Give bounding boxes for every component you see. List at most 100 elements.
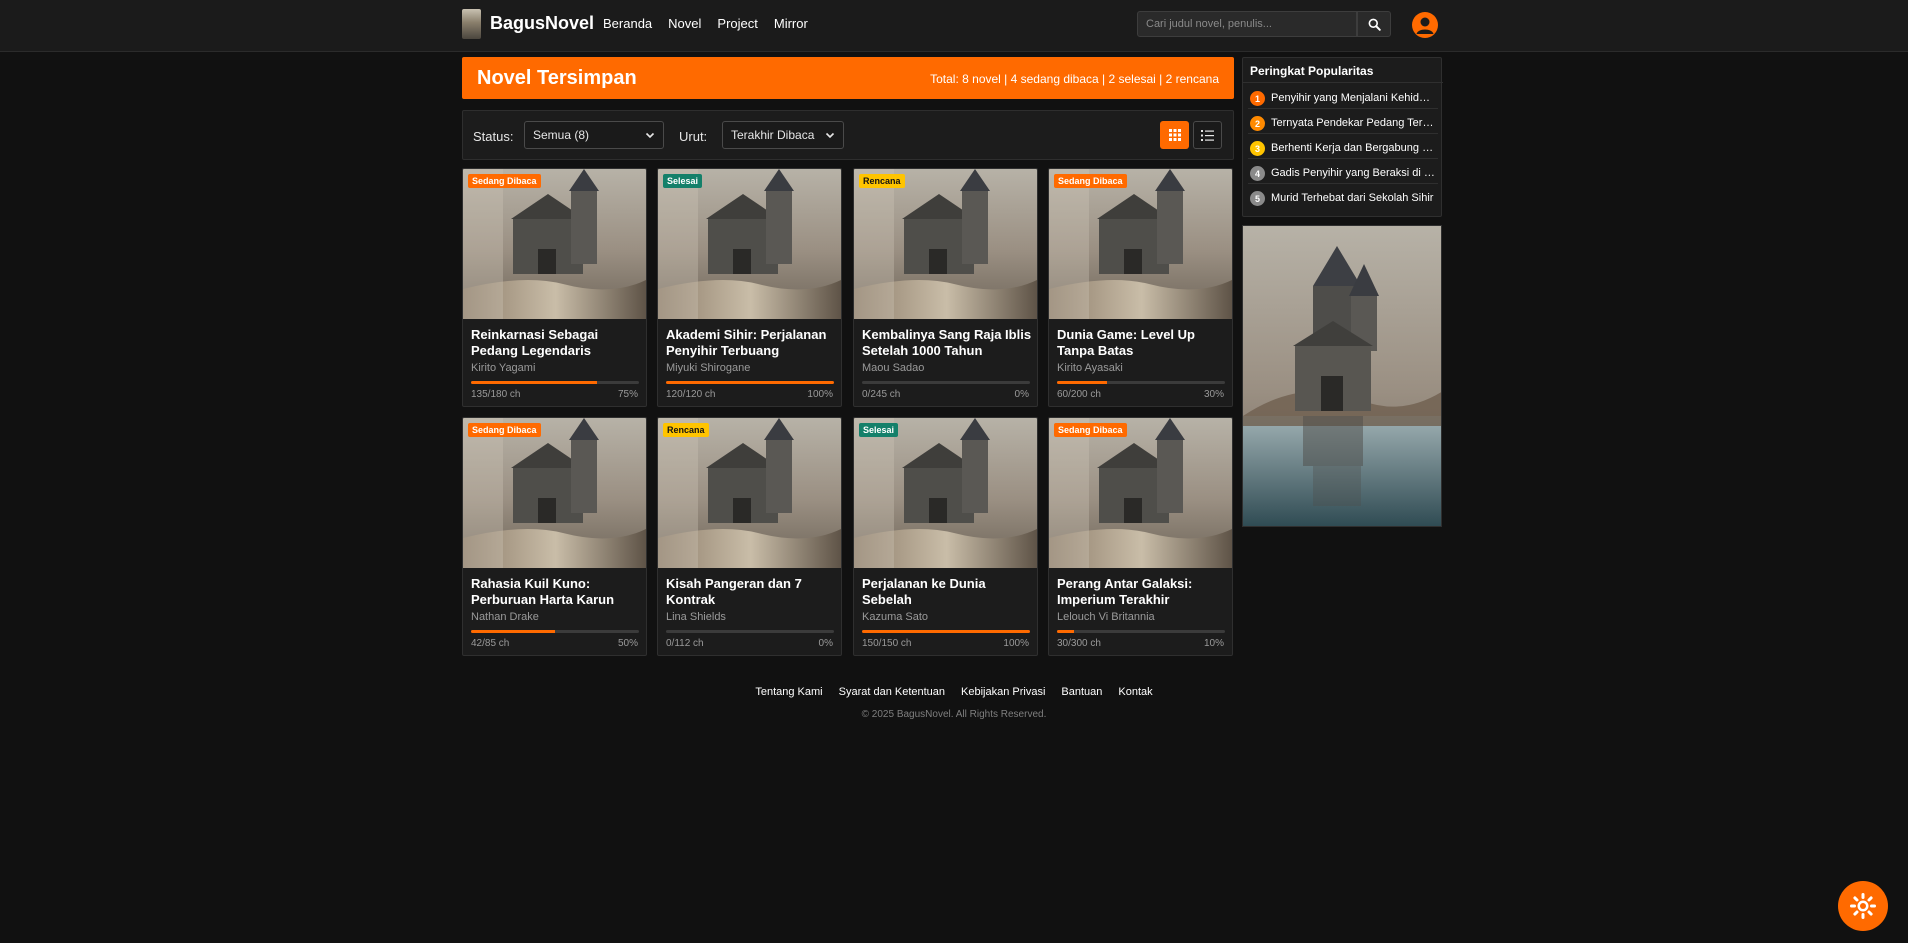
rank-badge: 4 <box>1250 166 1265 181</box>
status-filter-select[interactable]: Semua (8) <box>524 121 664 149</box>
search-button[interactable] <box>1357 11 1391 37</box>
novel-author: Lelouch Vi Britannia <box>1057 611 1155 623</box>
chapter-count: 30/300 ch <box>1057 638 1101 649</box>
reading-progress-fill <box>1057 630 1074 633</box>
novel-card[interactable]: Selesai Perjalanan ke Dunia Sebelah Kazuma… <box>853 417 1038 656</box>
novel-title[interactable]: Reinkarnasi Sebagai Pedang Legendaris <box>471 327 643 359</box>
sort-value: Terakhir Dibaca <box>731 128 815 142</box>
novel-title[interactable]: Rahasia Kuil Kuno: Perburuan Harta Karun <box>471 576 643 608</box>
popularity-ranking-panel: Peringkat Popularitas 1 Penyihir yang Men… <box>1242 57 1443 217</box>
popular-item[interactable]: 1 Penyihir yang Menjalani Kehidupan Kedua <box>1248 87 1438 109</box>
footer-link-terms[interactable]: Syarat dan Ketentuan <box>839 686 945 698</box>
reading-progress-bar <box>471 381 639 384</box>
status-badge: Sedang Dibaca <box>1054 423 1127 437</box>
footer-link-privacy[interactable]: Kebijakan Privasi <box>961 686 1045 698</box>
top-navbar: BagusNovel Beranda Novel Project Mirror <box>0 0 1908 52</box>
progress-percent: 30% <box>1203 389 1224 400</box>
status-badge: Selesai <box>859 423 899 437</box>
novel-title[interactable]: Kisah Pangeran dan 7 Kontrak <box>666 576 838 608</box>
status-badge: Selesai <box>663 174 703 188</box>
filter-bar: Status: Semua (8) Urut: Terakhir Dibaca <box>462 110 1234 160</box>
novel-author: Kirito Yagami <box>471 362 536 374</box>
sidebar-banner-image[interactable] <box>1242 225 1442 527</box>
novel-author: Nathan Drake <box>471 611 539 623</box>
theme-toggle-button[interactable] <box>1838 881 1888 931</box>
popularity-title: Peringkat Popularitas <box>1250 64 1374 78</box>
nav-item-mirror[interactable]: Mirror <box>774 16 808 31</box>
status-badge: Sedang Dibaca <box>468 423 541 437</box>
novel-author: Miyuki Shirogane <box>666 362 751 374</box>
brand-logo-image[interactable] <box>462 9 481 39</box>
grid-icon <box>1168 129 1181 141</box>
reading-progress-bar <box>862 630 1030 633</box>
search-icon <box>1368 18 1381 31</box>
sun-icon <box>1850 893 1876 919</box>
saved-novels-header: Novel Tersimpan Total: 8 novel | 4 sedan… <box>462 57 1234 99</box>
copyright-text: © 2025 BagusNovel. All Rights Reserved. <box>861 709 1047 720</box>
status-badge: Rencana <box>859 174 905 188</box>
novel-card[interactable]: Rencana Kembalinya Sang Raja Iblis Setela… <box>853 168 1038 407</box>
footer-link-about[interactable]: Tentang Kami <box>755 686 822 698</box>
divider <box>1243 82 1443 83</box>
page-title: Novel Tersimpan <box>477 67 637 89</box>
sort-select[interactable]: Terakhir Dibaca <box>722 121 844 149</box>
novel-card[interactable]: Sedang Dibaca Reinkarnasi Sebagai Pedang … <box>462 168 647 407</box>
novel-author: Kirito Ayasaki <box>1057 362 1123 374</box>
nav-item-project[interactable]: Project <box>717 16 757 31</box>
novel-title[interactable]: Akademi Sihir: Perjalanan Penyihir Terbu… <box>666 327 838 359</box>
footer-link-help[interactable]: Bantuan <box>1061 686 1102 698</box>
rank-badge: 2 <box>1250 116 1265 131</box>
chapter-count: 42/85 ch <box>471 638 510 649</box>
progress-percent: 100% <box>1003 638 1029 649</box>
rank-badge: 5 <box>1250 191 1265 206</box>
status-filter-value: Semua (8) <box>533 128 590 142</box>
popular-item[interactable]: 3 Berhenti Kerja dan Bergabung dengan Gui… <box>1248 137 1438 159</box>
list-view-button[interactable] <box>1193 121 1222 149</box>
progress-percent: 0% <box>1014 389 1029 400</box>
novel-title[interactable]: Kembalinya Sang Raja Iblis Setelah 1000 … <box>862 327 1034 359</box>
reading-progress-bar <box>862 381 1030 384</box>
user-account-icon[interactable] <box>1412 12 1438 38</box>
rank-badge: 1 <box>1250 91 1265 106</box>
footer-links: Tentang Kami Syarat dan Ketentuan Kebija… <box>0 686 1908 698</box>
chevron-down-icon <box>645 132 655 139</box>
popular-item-title: Murid Terhebat dari Sekolah Sihir <box>1271 192 1434 204</box>
novel-card[interactable]: Selesai Akademi Sihir: Perjalanan Penyihi… <box>657 168 842 407</box>
reading-progress-fill <box>1057 381 1108 384</box>
progress-percent: 75% <box>617 389 638 400</box>
main-nav: Beranda Novel Project Mirror <box>603 16 808 31</box>
reading-progress-bar <box>471 630 639 633</box>
chapter-count: 120/120 ch <box>666 389 716 400</box>
reading-progress-bar <box>1057 630 1225 633</box>
reading-progress-bar <box>1057 381 1225 384</box>
popular-item-title: Ternyata Pendekar Pedang Terkuat <box>1271 117 1436 129</box>
reading-progress-fill <box>862 630 1030 633</box>
search-input[interactable] <box>1137 11 1357 37</box>
chapter-count: 135/180 ch <box>471 389 521 400</box>
progress-percent: 0% <box>818 638 833 649</box>
brand-name[interactable]: BagusNovel <box>490 13 594 34</box>
popular-item[interactable]: 5 Murid Terhebat dari Sekolah Sihir <box>1248 187 1438 209</box>
reading-progress-fill <box>666 381 834 384</box>
popular-item[interactable]: 4 Gadis Penyihir yang Beraksi di Dunia La… <box>1248 162 1438 184</box>
novel-card[interactable]: Rencana Kisah Pangeran dan 7 Kontrak Lina … <box>657 417 842 656</box>
reading-progress-fill <box>471 630 555 633</box>
nav-item-beranda[interactable]: Beranda <box>603 16 652 31</box>
novel-author: Lina Shields <box>666 611 726 623</box>
chapter-count: 60/200 ch <box>1057 389 1101 400</box>
novel-card[interactable]: Sedang Dibaca Rahasia Kuil Kuno: Perburua… <box>462 417 647 656</box>
novel-card[interactable]: Sedang Dibaca Perang Antar Galaksi: Imper… <box>1048 417 1233 656</box>
reading-progress-bar <box>666 381 834 384</box>
novel-title[interactable]: Perjalanan ke Dunia Sebelah <box>862 576 1034 608</box>
novel-title[interactable]: Dunia Game: Level Up Tanpa Batas <box>1057 327 1229 359</box>
novel-card[interactable]: Sedang Dibaca Dunia Game: Level Up Tanpa … <box>1048 168 1233 407</box>
novel-title[interactable]: Perang Antar Galaksi: Imperium Terakhir <box>1057 576 1229 608</box>
popular-item[interactable]: 2 Ternyata Pendekar Pedang Terkuat <box>1248 112 1438 134</box>
footer-link-contact[interactable]: Kontak <box>1118 686 1152 698</box>
grid-view-button[interactable] <box>1160 121 1189 149</box>
chapter-count: 150/150 ch <box>862 638 912 649</box>
novel-author: Maou Sadao <box>862 362 925 374</box>
reading-progress-bar <box>666 630 834 633</box>
nav-item-novel[interactable]: Novel <box>668 16 701 31</box>
progress-percent: 50% <box>617 638 638 649</box>
